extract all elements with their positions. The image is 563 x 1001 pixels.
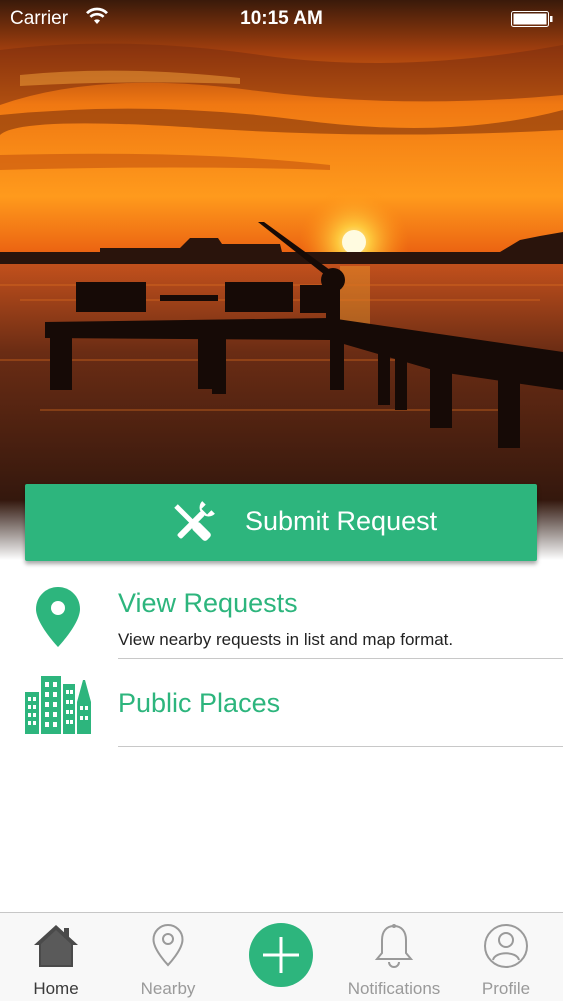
- view-requests-subtitle: View nearby requests in list and map for…: [118, 630, 454, 649]
- profile-icon: [484, 924, 528, 968]
- tab-notifications-label: Notifications: [347, 979, 441, 998]
- submit-request-button[interactable]: Submit Request: [25, 484, 537, 561]
- menu-item-public-places[interactable]: Public Places: [0, 664, 563, 750]
- tab-nearby-label: Nearby: [140, 979, 196, 998]
- submit-request-label: Submit Request: [245, 506, 438, 536]
- bell-icon: [374, 924, 414, 968]
- location-pin-icon: [152, 923, 184, 967]
- plus-icon: [263, 937, 299, 973]
- add-request-button[interactable]: [249, 923, 313, 987]
- home-icon: [34, 925, 78, 967]
- city-buildings-icon: [25, 676, 91, 734]
- divider: [118, 658, 563, 659]
- tab-home[interactable]: Home: [0, 913, 112, 1001]
- tab-nearby[interactable]: Nearby: [112, 913, 224, 1001]
- tab-notifications[interactable]: Notifications: [338, 913, 450, 1001]
- tab-profile[interactable]: Profile: [450, 913, 562, 1001]
- wrench-screwdriver-icon: [174, 501, 215, 541]
- status-bar: Carrier 10:15 AM: [0, 0, 563, 38]
- menu-item-view-requests[interactable]: View Requests View nearby requests in li…: [0, 576, 563, 662]
- hero-image: [0, 0, 563, 560]
- tab-bar: Home Nearby Notifications Profile: [0, 912, 563, 1001]
- map-pin-icon: [36, 587, 80, 647]
- battery-icon: [511, 11, 553, 27]
- tab-home-label: Home: [33, 979, 79, 998]
- public-places-title: Public Places: [118, 688, 281, 718]
- clock: 10:15 AM: [240, 8, 323, 29]
- tab-profile-label: Profile: [481, 979, 531, 998]
- divider: [118, 746, 563, 747]
- view-requests-title: View Requests: [118, 588, 298, 618]
